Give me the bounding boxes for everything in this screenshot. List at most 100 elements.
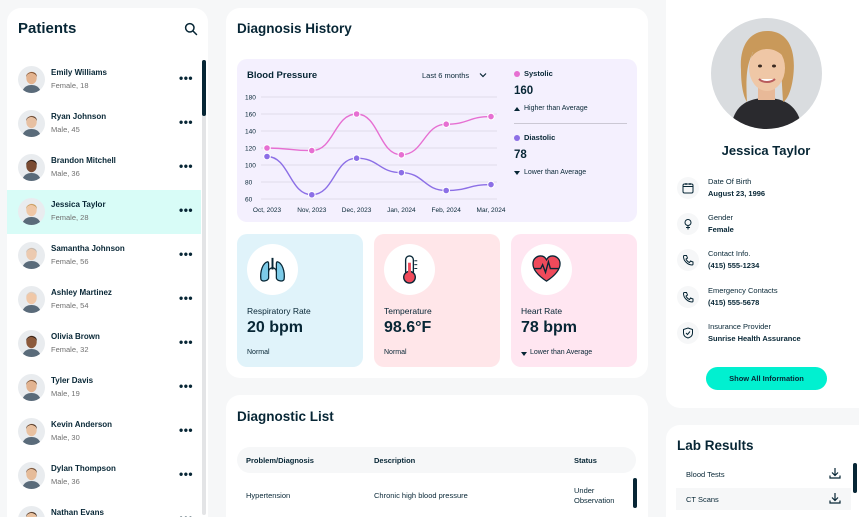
data-point-diastolic bbox=[308, 190, 316, 199]
patient-list-item[interactable]: Kevin Anderson Male, 30 ••• bbox=[7, 410, 201, 454]
vital-label: Respiratory Rate bbox=[247, 306, 311, 316]
patient-name: Dylan Thompson bbox=[51, 464, 116, 473]
info-emergency-contact: Emergency Contacts (415) 555-5678 bbox=[677, 286, 857, 316]
patient-list-item[interactable]: Dylan Thompson Male, 36 ••• bbox=[7, 454, 201, 498]
patient-list-item[interactable]: Ryan Johnson Male, 45 ••• bbox=[7, 102, 201, 146]
search-icon[interactable] bbox=[184, 22, 198, 36]
more-options-icon[interactable]: ••• bbox=[179, 511, 193, 517]
patient-name: Samantha Johnson bbox=[51, 244, 125, 253]
patient-meta: Female, 18 bbox=[51, 81, 89, 90]
profile-name: Jessica Taylor bbox=[721, 143, 811, 158]
y-tick-label: 140 bbox=[245, 129, 256, 136]
patient-meta: Male, 36 bbox=[51, 477, 80, 486]
patient-list-item[interactable]: Brandon Mitchell Male, 36 ••• bbox=[7, 146, 201, 190]
download-icon[interactable] bbox=[829, 467, 841, 479]
more-options-icon[interactable]: ••• bbox=[179, 379, 193, 393]
info-gender: Gender Female bbox=[677, 213, 857, 243]
more-options-icon[interactable]: ••• bbox=[179, 203, 193, 217]
patient-meta: Female, 54 bbox=[51, 301, 89, 310]
info-label: Insurance Provider bbox=[708, 322, 771, 331]
patient-name: Olivia Brown bbox=[51, 332, 100, 341]
vital-label: Temperature bbox=[384, 306, 432, 316]
lab-result-item[interactable]: CT Scans bbox=[676, 488, 851, 510]
avatar bbox=[18, 242, 45, 269]
arrow-down-icon bbox=[514, 171, 520, 175]
patient-list-item[interactable]: Emily Williams Female, 18 ••• bbox=[7, 58, 201, 102]
patient-name: Nathan Evans bbox=[51, 508, 104, 517]
info-label: Emergency Contacts bbox=[708, 286, 778, 295]
phone-icon bbox=[682, 255, 694, 266]
patient-meta: Male, 30 bbox=[51, 433, 80, 442]
systolic-label: Systolic bbox=[524, 69, 553, 78]
x-tick-label: Jan, 2024 bbox=[387, 207, 416, 214]
patient-list-item[interactable]: Olivia Brown Female, 32 ••• bbox=[7, 322, 201, 366]
y-tick-label: 120 bbox=[245, 146, 256, 153]
calendar-icon bbox=[682, 183, 694, 194]
x-tick-label: Mar, 2024 bbox=[477, 207, 506, 214]
thermometer-icon bbox=[403, 255, 418, 284]
patient-name: Emily Williams bbox=[51, 68, 107, 77]
y-tick-label: 80 bbox=[245, 180, 253, 187]
blood-pressure-panel: Blood Pressure Last 6 months 60 80 100 120 1… bbox=[237, 59, 637, 222]
show-all-information-button[interactable]: Show All Information bbox=[706, 367, 827, 390]
systolic-dot bbox=[514, 71, 520, 77]
lab-results-scrollbar[interactable] bbox=[853, 463, 857, 493]
lab-results-card: Lab Results Blood Tests CT Scans bbox=[666, 425, 859, 517]
lab-result-item[interactable]: Blood Tests bbox=[676, 463, 851, 485]
diastolic-note: Lower than Average bbox=[524, 169, 587, 176]
more-options-icon[interactable]: ••• bbox=[179, 159, 193, 173]
patient-name: Ashley Martinez bbox=[51, 288, 112, 297]
info-label: Contact Info. bbox=[708, 249, 751, 258]
lungs-icon bbox=[260, 257, 285, 282]
shield-icon bbox=[683, 327, 693, 339]
patient-list-item[interactable]: Samantha Johnson Female, 56 ••• bbox=[7, 234, 201, 278]
patient-name: Ryan Johnson bbox=[51, 112, 107, 121]
more-options-icon[interactable]: ••• bbox=[179, 467, 193, 481]
series-line-diastolic bbox=[266, 155, 492, 196]
info-value: Sunrise Health Assurance bbox=[708, 334, 801, 343]
data-point-systolic bbox=[397, 151, 406, 159]
vital-status: Normal bbox=[247, 349, 270, 356]
patient-list-item[interactable]: Ashley Martinez Female, 54 ••• bbox=[7, 278, 201, 322]
info-label: Date Of Birth bbox=[708, 177, 752, 186]
patient-list: Emily Williams Female, 18 ••• Ryan Johnson M… bbox=[7, 58, 201, 517]
scrollbar-thumb[interactable] bbox=[202, 60, 206, 116]
patient-list-scrollbar[interactable] bbox=[202, 60, 206, 515]
more-options-icon[interactable]: ••• bbox=[179, 71, 193, 85]
more-options-icon[interactable]: ••• bbox=[179, 423, 193, 437]
data-point-diastolic bbox=[352, 154, 361, 162]
data-point-diastolic bbox=[397, 168, 406, 177]
vital-value: 78 bpm bbox=[521, 319, 578, 336]
more-options-icon[interactable]: ••• bbox=[179, 247, 193, 261]
x-tick-label: Oct, 2023 bbox=[253, 207, 282, 214]
systolic-value: 160 bbox=[514, 85, 534, 97]
more-options-icon[interactable]: ••• bbox=[179, 335, 193, 349]
y-tick-label: 100 bbox=[245, 163, 256, 170]
x-tick-label: Dec, 2023 bbox=[342, 207, 372, 214]
arrow-up-icon bbox=[514, 107, 520, 111]
header-status: Status bbox=[574, 456, 597, 465]
more-options-icon[interactable]: ••• bbox=[179, 291, 193, 305]
patient-meta: Male, 45 bbox=[51, 125, 80, 134]
avatar bbox=[18, 198, 45, 225]
heart-icon bbox=[532, 255, 561, 282]
more-options-icon[interactable]: ••• bbox=[179, 115, 193, 129]
patient-list-item[interactable]: Tyler Davis Male, 19 ••• bbox=[7, 366, 201, 410]
patients-title: Patients bbox=[18, 20, 77, 37]
patient-meta: Male, 36 bbox=[51, 169, 80, 178]
data-point-systolic bbox=[308, 146, 316, 155]
diagnostic-list-scrollbar[interactable] bbox=[633, 478, 637, 508]
patient-list-item[interactable]: Nathan Evans ••• bbox=[7, 498, 201, 517]
data-point-systolic bbox=[352, 110, 361, 118]
patient-list-item[interactable]: Jessica Taylor Female, 28 ••• bbox=[7, 190, 201, 234]
female-icon bbox=[684, 219, 692, 230]
y-tick-label: 160 bbox=[245, 112, 256, 119]
avatar bbox=[18, 330, 45, 357]
phone-icon bbox=[682, 292, 694, 303]
diastolic-label: Diastolic bbox=[524, 133, 556, 142]
diastolic-dot bbox=[514, 135, 520, 141]
download-icon[interactable] bbox=[829, 492, 841, 504]
patients-panel: Patients Emily Williams Female, 18 ••• Ryan… bbox=[7, 8, 208, 517]
patient-meta: Female, 56 bbox=[51, 257, 89, 266]
vital-respiratory-rate: Respiratory Rate 20 bpm Normal bbox=[237, 234, 363, 367]
